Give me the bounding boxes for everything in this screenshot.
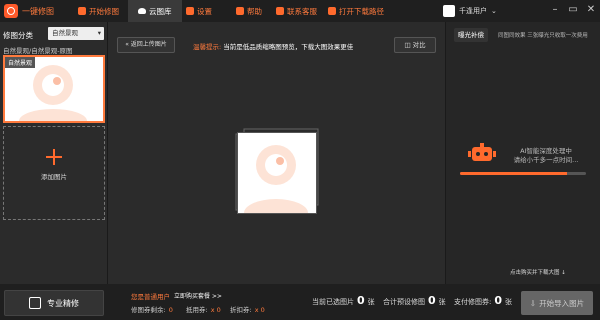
export-button[interactable]: ⇩ 开始导入图片 bbox=[521, 291, 593, 315]
thumbnail-tag: 自然景观 bbox=[5, 57, 36, 68]
selected-images-count: 当前已选图片 0 张 bbox=[312, 294, 375, 307]
cloud-icon bbox=[138, 8, 146, 14]
processing-progress-bar bbox=[460, 172, 586, 175]
preview-tip: 温馨提示: 当前是低品质缩略图预览，下载大图效果更佳 bbox=[193, 43, 354, 51]
right-panel: 曝光补偿 同图同效果 三张曝光只收取一次费用 AI智能深度处理中 请给小千多一点… bbox=[445, 22, 600, 284]
discount-count: 折扣券: x 0 bbox=[230, 306, 265, 314]
add-image-label: 添加图片 bbox=[41, 173, 67, 181]
pro-retouch-button[interactable]: 专业精修 bbox=[4, 290, 104, 316]
ai-status: AI智能深度处理中 请给小千多一点时间... bbox=[513, 147, 579, 164]
restore-button[interactable]: ▭ bbox=[566, 3, 580, 17]
category-path: 自然景观/自然景观-原图 bbox=[3, 47, 73, 55]
preset-total-count: 合计预设修图 0 张 bbox=[383, 294, 446, 307]
tab-contact-support[interactable]: 联系客服 bbox=[276, 0, 317, 22]
support-icon bbox=[276, 7, 284, 15]
progress-fill bbox=[460, 172, 568, 175]
edit-icon bbox=[78, 7, 86, 15]
pro-retouch-icon bbox=[29, 297, 41, 309]
pay-coupon-count: 支付修图券: 0 张 bbox=[454, 294, 513, 307]
avatar bbox=[443, 5, 455, 17]
plus-icon bbox=[46, 149, 62, 165]
import-icon: ⇩ bbox=[529, 298, 537, 308]
classify-label: 修图分类 bbox=[3, 31, 33, 40]
preview-image bbox=[237, 132, 317, 214]
voucher-count: 抵用券: x 0 bbox=[186, 306, 221, 314]
folder-icon bbox=[328, 7, 336, 15]
classify-select[interactable]: 自然景观 ▾ bbox=[48, 27, 104, 40]
tab-help[interactable]: 帮助 bbox=[236, 0, 262, 22]
double-chevron-left-icon: « bbox=[125, 41, 129, 48]
robot-icon bbox=[468, 143, 496, 161]
chevron-down-icon: ⌄ bbox=[491, 7, 497, 15]
placeholder-image-icon bbox=[238, 133, 316, 213]
close-button[interactable]: ✕ bbox=[584, 3, 598, 17]
app-logo-icon bbox=[4, 4, 18, 18]
buy-package-link[interactable]: 立即购买套餐 >> bbox=[174, 291, 222, 300]
chevron-down-icon: ▾ bbox=[97, 29, 101, 37]
tab-open-download-path[interactable]: 打开下载路径 bbox=[328, 0, 384, 22]
left-panel: 修图分类 自然景观 ▾ 自然景观/自然景观-原图 自然景观 添加图片 bbox=[0, 22, 108, 284]
help-icon bbox=[236, 7, 244, 15]
buy-download-note[interactable]: 点击购买并下载大图 ↓ bbox=[510, 268, 566, 276]
brightness-description: 同图同效果 三张曝光只收取一次费用 bbox=[498, 33, 588, 39]
app-title: 一键修图 bbox=[22, 7, 54, 16]
user-type: 您是普通用户 bbox=[131, 293, 170, 301]
compare-icon: ◫ bbox=[404, 41, 411, 49]
add-image-button[interactable]: 添加图片 bbox=[3, 126, 105, 220]
compare-button[interactable]: ◫ 对比 bbox=[394, 37, 436, 53]
gear-icon bbox=[186, 7, 194, 15]
brightness-button[interactable]: 曝光补偿 bbox=[454, 28, 488, 42]
tab-cloud-library[interactable]: 云图库 bbox=[128, 0, 182, 22]
coupon-remaining: 修图券剩余: 0 bbox=[131, 306, 173, 314]
image-thumbnail[interactable]: 自然景观 bbox=[3, 55, 105, 123]
minimize-button[interactable]: – bbox=[548, 3, 562, 17]
tab-settings[interactable]: 设置 bbox=[186, 0, 212, 22]
preview-area: « 返回上传图片 温馨提示: 当前是低品质缩略图预览，下载大图效果更佳 ◫ 对比 bbox=[109, 22, 444, 284]
top-bar: 一键修图 开始修图 云图库 设置 帮助 联系客服 打开下载路径 千逢用户 ⌄ –… bbox=[0, 0, 600, 22]
bottom-bar: 专业精修 您是普通用户 立即购买套餐 >> 修图券剩余: 0 抵用券: x 0 折扣… bbox=[0, 284, 600, 320]
back-to-upload-button[interactable]: « 返回上传图片 bbox=[117, 37, 175, 53]
tab-start-edit[interactable]: 开始修图 bbox=[78, 0, 119, 22]
user-menu[interactable]: 千逢用户 ⌄ bbox=[443, 0, 497, 22]
